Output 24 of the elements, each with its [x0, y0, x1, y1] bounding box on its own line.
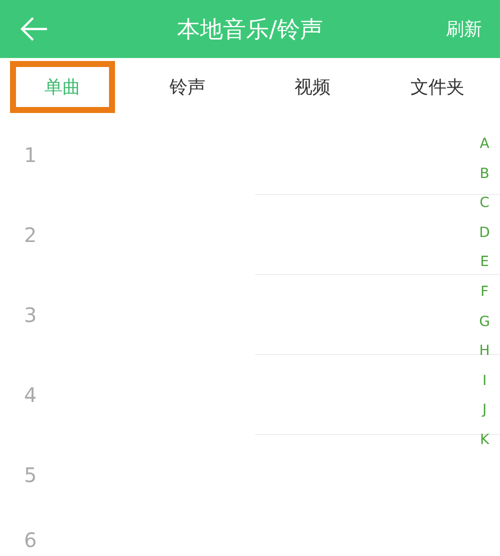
track-number: 5 [24, 462, 37, 486]
index-letter[interactable]: E [480, 248, 489, 278]
refresh-button[interactable]: 刷新 [442, 13, 486, 45]
index-letter[interactable]: H [479, 337, 490, 367]
track-number: 4 [24, 382, 37, 406]
index-letter[interactable]: C [480, 189, 490, 219]
tab[interactable]: 视频 [278, 60, 346, 112]
index-letter[interactable]: B [480, 160, 490, 190]
index-letter[interactable]: J [482, 396, 487, 426]
index-letter[interactable]: D [479, 218, 490, 248]
tab[interactable]: 单曲 [10, 60, 115, 112]
index-letter[interactable]: K [480, 426, 490, 456]
track-number: 3 [24, 302, 37, 326]
tab[interactable]: 铃声 [154, 60, 222, 112]
index-letter[interactable]: A [480, 130, 490, 160]
page-title: 本地音乐/铃声 [177, 16, 323, 44]
back-arrow-icon[interactable] [20, 17, 48, 41]
index-letter[interactable]: F [480, 278, 489, 308]
track-number: 1 [24, 142, 37, 166]
tab[interactable]: 文件夹 [394, 60, 480, 112]
track-number: 2 [24, 222, 37, 246]
index-letter[interactable]: G [479, 308, 490, 338]
index-letter[interactable]: I [482, 366, 487, 396]
track-number: 6 [24, 528, 37, 552]
